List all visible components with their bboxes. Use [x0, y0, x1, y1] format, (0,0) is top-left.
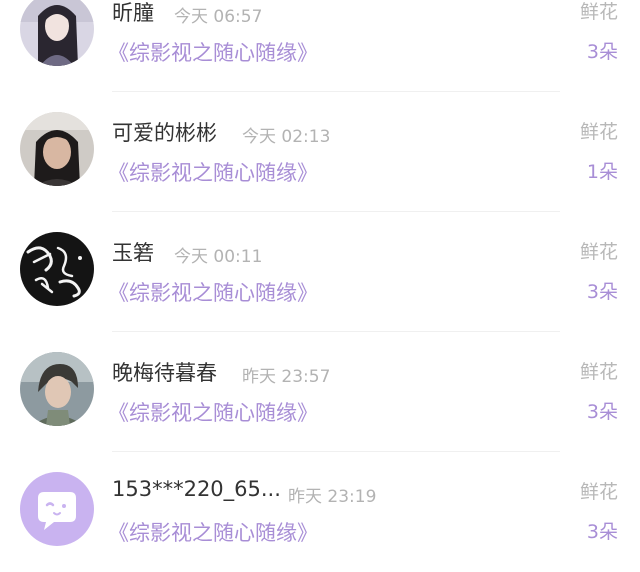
gift-type-label: 鲜花	[579, 241, 618, 263]
gift-count: 1朵	[586, 161, 618, 183]
gift-time: 昨天 23:57	[242, 367, 331, 387]
list-item[interactable]: 昕朣 今天 06:57 《综影视之随心随缘》 鲜花 3朵	[0, 0, 640, 92]
gift-count: 3朵	[586, 521, 618, 543]
user-name[interactable]: 可爱的彬彬	[112, 117, 217, 147]
avatar[interactable]	[20, 472, 94, 546]
gift-type-label: 鲜花	[579, 1, 618, 23]
gift-count: 3朵	[586, 41, 618, 63]
calligraphy-avatar-icon	[20, 232, 94, 306]
gift-count: 3朵	[586, 281, 618, 303]
user-name[interactable]: 昕朣	[112, 0, 154, 27]
gift-time: 今天 02:13	[242, 127, 331, 147]
user-name[interactable]: 153***220_65...	[112, 477, 281, 501]
book-title[interactable]: 《综影视之随心随缘》	[108, 397, 318, 427]
user-name[interactable]: 玉箬	[112, 237, 154, 267]
gift-time: 今天 00:11	[174, 247, 263, 267]
man-photo-icon	[20, 352, 94, 426]
book-title[interactable]: 《综影视之随心随缘》	[108, 517, 318, 547]
gift-time: 昨天 23:19	[288, 487, 377, 507]
list-item[interactable]: 玉箬 今天 00:11 《综影视之随心随缘》 鲜花 3朵	[0, 212, 640, 332]
gift-type-label: 鲜花	[579, 481, 618, 503]
girl-avatar-icon	[20, 0, 94, 66]
list-item[interactable]: 可爱的彬彬 今天 02:13 《综影视之随心随缘》 鲜花 1朵	[0, 92, 640, 212]
gift-time: 今天 06:57	[174, 7, 263, 27]
gift-count: 3朵	[586, 401, 618, 423]
book-title[interactable]: 《综影视之随心随缘》	[108, 37, 318, 67]
list-item[interactable]: 晚梅待暮春 昨天 23:57 《综影视之随心随缘》 鲜花 3朵	[0, 332, 640, 452]
gift-type-label: 鲜花	[579, 361, 618, 383]
flower-gift-list: 昕朣 今天 06:57 《综影视之随心随缘》 鲜花 3朵 可爱的彬彬 今天 02…	[0, 0, 640, 572]
book-title[interactable]: 《综影视之随心随缘》	[108, 277, 318, 307]
avatar[interactable]	[20, 112, 94, 186]
avatar[interactable]	[20, 232, 94, 306]
default-chat-bubble-icon	[20, 472, 94, 546]
gift-type-label: 鲜花	[579, 121, 618, 143]
list-item[interactable]: 153***220_65... 昨天 23:19 《综影视之随心随缘》 鲜花 3…	[0, 452, 640, 572]
avatar[interactable]	[20, 0, 94, 66]
avatar[interactable]	[20, 352, 94, 426]
person-photo-icon	[20, 112, 94, 186]
user-name[interactable]: 晚梅待暮春	[112, 357, 217, 387]
book-title[interactable]: 《综影视之随心随缘》	[108, 157, 318, 187]
